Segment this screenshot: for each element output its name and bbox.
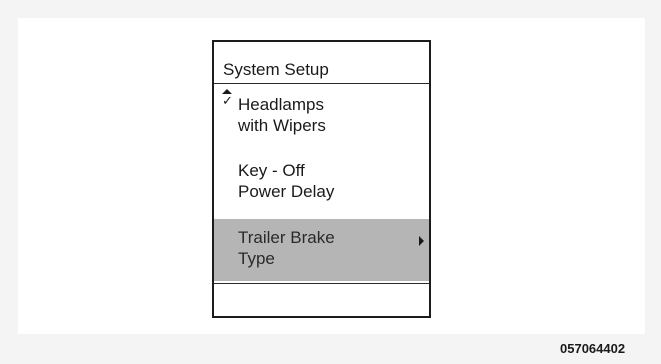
submenu-arrow-icon xyxy=(419,236,424,246)
system-setup-screen: System Setup ✓ Headlamps with Wipers Key… xyxy=(212,40,431,318)
menu-item-key-off-power-delay[interactable]: Key - Off Power Delay xyxy=(214,150,429,214)
menu-item-label: Key - Off Power Delay xyxy=(238,161,335,201)
menu-item-label: Trailer Brake Type xyxy=(238,228,335,268)
menu-item-empty[interactable] xyxy=(214,283,429,316)
menu-item-trailer-brake-type[interactable]: Trailer Brake Type xyxy=(214,219,429,281)
screen-title: System Setup xyxy=(223,60,329,79)
figure-id: 057064402 xyxy=(560,341,626,356)
screen-title-bar: System Setup xyxy=(214,42,429,84)
menu-item-label: Headlamps with Wipers xyxy=(238,95,326,135)
check-icon: ✓ xyxy=(222,93,233,108)
menu-item-headlamps-with-wipers[interactable]: ✓ Headlamps with Wipers xyxy=(214,88,429,150)
